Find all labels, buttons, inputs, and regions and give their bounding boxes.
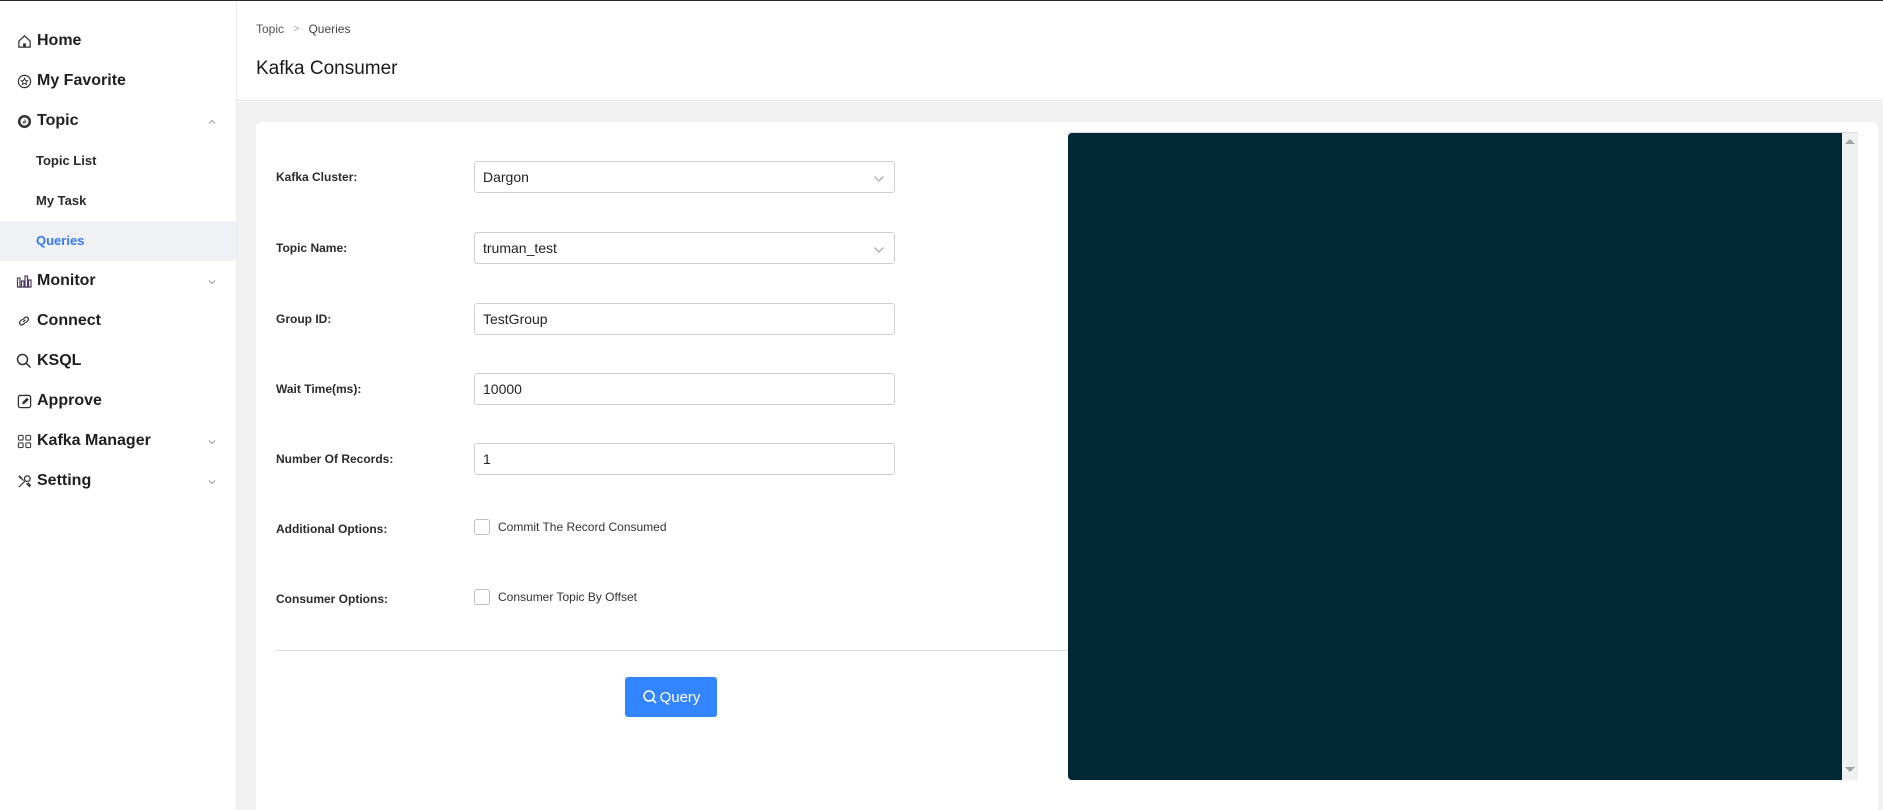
number-of-records-value: 1 — [483, 451, 491, 467]
sidebar-item-label: My Task — [36, 193, 87, 208]
sidebar-item-kafka-manager[interactable]: Kafka Manager — [0, 421, 236, 461]
result-output-panel — [1068, 133, 1842, 780]
group-id-value: TestGroup — [483, 311, 548, 327]
consume-by-offset-checkbox-label[interactable]: Consumer Topic By Offset — [498, 590, 637, 604]
sidebar-item-monitor[interactable]: Monitor — [0, 261, 236, 301]
group-id-input[interactable]: TestGroup — [474, 303, 895, 335]
number-of-records-input[interactable]: 1 — [474, 443, 895, 475]
chevron-down-icon — [206, 275, 218, 287]
home-icon — [16, 33, 32, 49]
sidebar-item-label: Connect — [37, 312, 101, 329]
sidebar-item-my-favorite[interactable]: My Favorite — [0, 61, 236, 101]
commit-record-checkbox[interactable] — [474, 519, 490, 535]
chevron-down-icon — [873, 172, 885, 184]
sidebar-item-label: Topic List — [36, 153, 97, 168]
breadcrumb: Topic > Queries — [256, 22, 350, 36]
chevron-down-icon — [873, 243, 885, 255]
kafka-cluster-select[interactable]: Dargon — [474, 161, 895, 193]
scroll-up-arrow-icon[interactable] — [1845, 139, 1855, 144]
search-icon — [642, 690, 657, 704]
sidebar-item-topic[interactable]: # Topic — [0, 101, 236, 141]
consumer-options-label: Consumer Options: — [276, 592, 389, 606]
topic-name-value: truman_test — [483, 240, 557, 256]
search-icon — [16, 353, 32, 369]
page-title: Kafka Consumer — [256, 58, 398, 79]
sidebar-item-label: Queries — [36, 233, 85, 248]
wait-time-value: 10000 — [483, 381, 522, 397]
chevron-up-icon — [206, 115, 218, 127]
breadcrumb-item-queries: Queries — [308, 22, 351, 36]
result-scrollbar[interactable] — [1842, 133, 1858, 780]
commit-record-option[interactable]: Commit The Record Consumed — [474, 519, 667, 535]
topic-icon: # — [16, 113, 32, 129]
sidebar-item-queries[interactable]: Queries — [0, 221, 236, 261]
monitor-icon — [16, 273, 32, 289]
kafka-cluster-row: Kafka Cluster: Dargon — [276, 161, 896, 195]
topic-name-select[interactable]: truman_test — [474, 232, 895, 264]
sidebar-item-connect[interactable]: Connect — [0, 301, 236, 341]
wait-time-input[interactable]: 10000 — [474, 373, 895, 405]
sidebar-item-label: Setting — [37, 472, 92, 489]
sidebar-item-label: Topic — [37, 112, 79, 129]
grid-icon — [16, 433, 32, 449]
topic-name-row: Topic Name: truman_test — [276, 232, 896, 266]
sidebar-item-label: Kafka Manager — [37, 432, 151, 449]
tools-icon — [16, 473, 32, 489]
sidebar: Home My Favorite # Topic Topic List My T… — [0, 1, 237, 810]
sidebar-item-topic-list[interactable]: Topic List — [0, 141, 236, 181]
sidebar-item-label: My Favorite — [37, 72, 126, 89]
sidebar-item-ksql[interactable]: KSQL — [0, 341, 236, 381]
commit-record-checkbox-label[interactable]: Commit The Record Consumed — [498, 520, 667, 534]
form-divider — [276, 650, 1068, 651]
chevron-down-icon — [206, 435, 218, 447]
query-button-label: Query — [659, 688, 701, 706]
sidebar-item-my-task[interactable]: My Task — [0, 181, 236, 221]
sidebar-item-label: Approve — [37, 392, 102, 409]
additional-options-row: Additional Options: Commit The Record Co… — [276, 513, 896, 547]
breadcrumb-separator-icon: > — [293, 23, 300, 35]
additional-options-label: Additional Options: — [276, 522, 388, 536]
sidebar-item-label: Monitor — [37, 272, 96, 289]
group-id-label: Group ID: — [276, 312, 332, 326]
consume-by-offset-option[interactable]: Consumer Topic By Offset — [474, 589, 637, 605]
sidebar-item-label: Home — [37, 32, 82, 49]
kafka-cluster-value: Dargon — [483, 169, 529, 185]
query-button[interactable]: Query — [625, 677, 717, 717]
link-icon — [16, 313, 32, 329]
topic-name-label: Topic Name: — [276, 241, 348, 255]
favorite-icon — [16, 73, 32, 89]
chevron-down-icon — [206, 475, 218, 487]
wait-time-row: Wait Time(ms): 10000 — [276, 373, 896, 407]
group-id-row: Group ID: TestGroup — [276, 303, 896, 337]
svg-text:#: # — [21, 118, 26, 125]
wait-time-label: Wait Time(ms): — [276, 382, 362, 396]
breadcrumb-item-topic[interactable]: Topic — [256, 22, 284, 36]
sidebar-item-approve[interactable]: Approve — [0, 381, 236, 421]
sidebar-item-label: KSQL — [37, 352, 82, 369]
edit-icon — [16, 393, 32, 409]
kafka-cluster-label: Kafka Cluster: — [276, 170, 358, 184]
page-header: Topic > Queries Kafka Consumer — [237, 1, 1883, 101]
sidebar-item-home[interactable]: Home — [0, 21, 236, 61]
number-of-records-label: Number Of Records: — [276, 452, 394, 466]
consumer-options-row: Consumer Options: Consumer Topic By Offs… — [276, 583, 896, 617]
scroll-down-arrow-icon[interactable] — [1845, 767, 1855, 772]
number-of-records-row: Number Of Records: 1 — [276, 443, 896, 477]
consume-by-offset-checkbox[interactable] — [474, 589, 490, 605]
sidebar-item-setting[interactable]: Setting — [0, 461, 236, 501]
